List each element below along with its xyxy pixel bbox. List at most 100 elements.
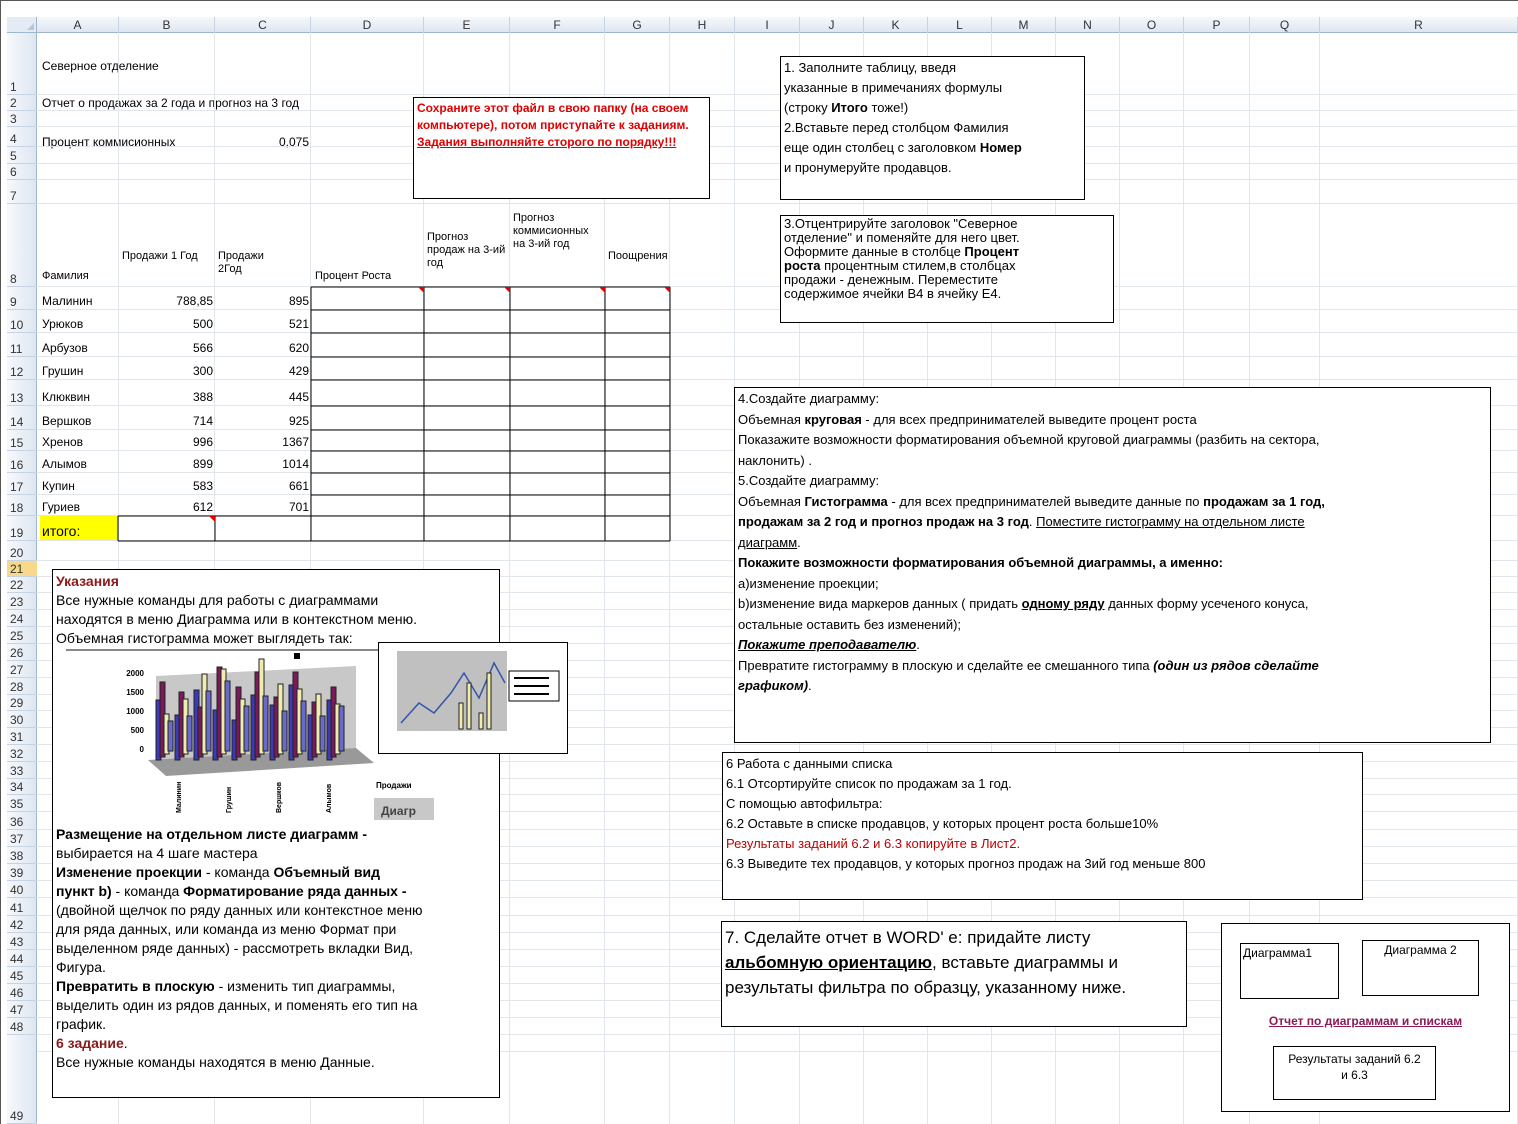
cell-sales1[interactable]: 714 xyxy=(119,414,213,428)
cell-sales2[interactable]: 895 xyxy=(215,294,309,308)
column-header-m[interactable]: M xyxy=(992,17,1056,33)
row-header-46[interactable]: 46 xyxy=(7,984,37,1001)
cell-name[interactable]: Купин xyxy=(42,479,75,493)
row-header-13[interactable]: 13 xyxy=(7,380,37,406)
cell-name[interactable]: Хренов xyxy=(42,435,83,449)
header-growth[interactable]: Процент Роста xyxy=(315,270,425,283)
column-header-f[interactable]: F xyxy=(510,17,605,33)
row-header-28[interactable]: 28 xyxy=(7,678,37,695)
row-header-7[interactable]: 7 xyxy=(7,180,37,204)
cell-sales1[interactable]: 899 xyxy=(119,457,213,471)
cell-name[interactable]: Арбузов xyxy=(42,341,88,355)
header-sales2[interactable]: Продажи 2Год xyxy=(218,250,288,276)
column-header-h[interactable]: H xyxy=(670,17,735,33)
cell-a1[interactable]: Северное отделение xyxy=(42,59,159,73)
row-header-11[interactable]: 11 xyxy=(7,333,37,357)
cell-sales2[interactable]: 521 xyxy=(215,317,309,331)
row-header-20[interactable]: 20 xyxy=(7,541,37,561)
header-sales1[interactable]: Продажи 1 Год xyxy=(122,250,212,263)
row-header-47[interactable]: 47 xyxy=(7,1001,37,1018)
column-header-d[interactable]: D xyxy=(311,17,424,33)
column-header-e[interactable]: E xyxy=(424,17,510,33)
save-note[interactable]: Сохраните этот файл в свою папку (на сво… xyxy=(413,97,710,199)
row-header-4[interactable]: 4 xyxy=(7,127,37,147)
cell-sales1[interactable]: 583 xyxy=(119,479,213,493)
column-header-k[interactable]: K xyxy=(864,17,928,33)
report-layout-sample[interactable]: Диаграмма1 Диаграмма 2 Отчет по диаграмм… xyxy=(1221,923,1510,1112)
row-header-15[interactable]: 15 xyxy=(7,430,37,451)
row-header-37[interactable]: 37 xyxy=(7,830,37,847)
task-3-box[interactable]: 3.Отцентрируйте заголовок "Северное отде… xyxy=(780,215,1114,323)
header-commission[interactable]: Прогноз коммисионных на 3-ий год xyxy=(513,212,603,251)
row-header-5[interactable]: 5 xyxy=(7,147,37,164)
row-header-16[interactable]: 16 xyxy=(7,451,37,473)
cell-sales1[interactable]: 612 xyxy=(119,500,213,514)
row-header-31[interactable]: 31 xyxy=(7,728,37,745)
row-header-36[interactable]: 36 xyxy=(7,812,37,830)
cell-sales2[interactable]: 1367 xyxy=(215,435,309,449)
cell-sales1[interactable]: 500 xyxy=(119,317,213,331)
cell-sales1[interactable]: 300 xyxy=(119,364,213,378)
row-header-24[interactable]: 24 xyxy=(7,610,37,627)
task-7-box[interactable]: 7. Сделайте отчет в WORD' е: придайте ли… xyxy=(721,921,1187,1027)
cell-sales2[interactable]: 1014 xyxy=(215,457,309,471)
row-header-48[interactable]: 48 xyxy=(7,1018,37,1035)
row-header-32[interactable]: 32 xyxy=(7,745,37,762)
column-header-b[interactable]: B xyxy=(119,17,215,33)
row-header-2[interactable]: 2 xyxy=(7,95,37,111)
row-header-12[interactable]: 12 xyxy=(7,357,37,380)
row-header-3[interactable]: 3 xyxy=(7,111,37,127)
select-all-corner[interactable] xyxy=(7,17,37,33)
task-6-box[interactable]: 6 Работа с данными списка 6.1 Отсортируй… xyxy=(722,752,1363,900)
row-header-42[interactable]: 42 xyxy=(7,916,37,933)
column-header-r[interactable]: R xyxy=(1320,17,1518,33)
row-header-35[interactable]: 35 xyxy=(7,795,37,812)
cell-name[interactable]: Алымов xyxy=(42,457,87,471)
column-header-l[interactable]: L xyxy=(928,17,992,33)
cell-sales2[interactable]: 620 xyxy=(215,341,309,355)
column-header-q[interactable]: Q xyxy=(1250,17,1320,33)
row-header-44[interactable]: 44 xyxy=(7,950,37,967)
row-header-27[interactable]: 27 xyxy=(7,661,37,678)
column-header-j[interactable]: J xyxy=(800,17,864,33)
row-header-10[interactable]: 10 xyxy=(7,310,37,333)
row-header-19[interactable]: 19 xyxy=(7,516,37,541)
row-header-25[interactable]: 25 xyxy=(7,627,37,644)
header-familiya[interactable]: Фамилия xyxy=(42,270,117,283)
cell-sales2[interactable]: 661 xyxy=(215,479,309,493)
row-header-45[interactable]: 45 xyxy=(7,967,37,984)
row-header-9[interactable]: 9 xyxy=(7,287,37,310)
row-header-26[interactable]: 26 xyxy=(7,644,37,661)
cell-name[interactable]: Гуриев xyxy=(42,500,80,514)
row-header-14[interactable]: 14 xyxy=(7,406,37,430)
row-header-38[interactable]: 38 xyxy=(7,847,37,864)
row-header-22[interactable]: 22 xyxy=(7,577,37,593)
cell-sales2[interactable]: 925 xyxy=(215,414,309,428)
cell-name[interactable]: Урюков xyxy=(42,317,83,331)
column-header-p[interactable]: P xyxy=(1184,17,1250,33)
row-header-21[interactable]: 21 xyxy=(7,561,37,577)
row-header-41[interactable]: 41 xyxy=(7,898,37,916)
cell-sales1[interactable]: 996 xyxy=(119,435,213,449)
cell-sales1[interactable]: 788,85 xyxy=(119,294,213,308)
cell-sales1[interactable]: 388 xyxy=(119,390,213,404)
cell-sales2[interactable]: 445 xyxy=(215,390,309,404)
task-1-2-box[interactable]: 1. Заполните таблицу, введя указанные в … xyxy=(780,56,1085,200)
row-header-49[interactable]: 49 xyxy=(7,1035,37,1124)
row-header-33[interactable]: 33 xyxy=(7,762,37,779)
header-bonus[interactable]: Поощрения xyxy=(608,250,668,263)
cell-sales2[interactable]: 429 xyxy=(215,364,309,378)
cell-name[interactable]: Вершков xyxy=(42,414,91,428)
cell-name[interactable]: Грушин xyxy=(42,364,83,378)
row-header-43[interactable]: 43 xyxy=(7,933,37,950)
cell-name[interactable]: Клюквин xyxy=(42,390,90,404)
column-header-n[interactable]: N xyxy=(1056,17,1120,33)
row-header-18[interactable]: 18 xyxy=(7,495,37,516)
cell-sales2[interactable]: 701 xyxy=(215,500,309,514)
column-header-o[interactable]: O xyxy=(1120,17,1184,33)
row-header-30[interactable]: 30 xyxy=(7,711,37,728)
hints-box[interactable]: Указания Все нужные команды для работы с… xyxy=(52,569,568,1098)
row-header-29[interactable]: 29 xyxy=(7,695,37,711)
cell-name[interactable]: Малинин xyxy=(42,294,92,308)
row-header-23[interactable]: 23 xyxy=(7,593,37,610)
